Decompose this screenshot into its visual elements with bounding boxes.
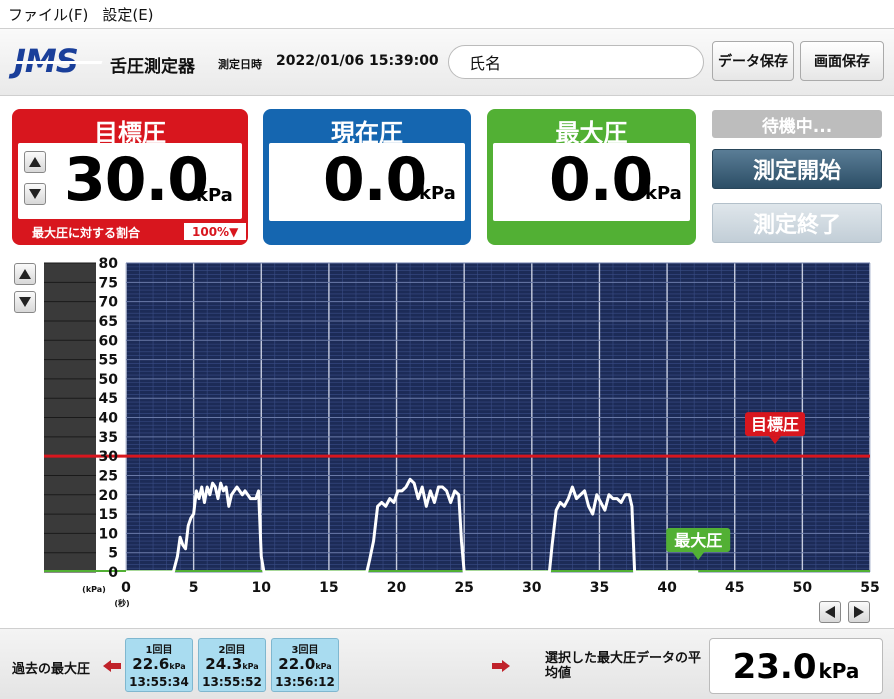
target-down-button[interactable] bbox=[24, 183, 46, 205]
y-axis-unit-label: (kPa) bbox=[82, 585, 106, 594]
history-value: 22.6 bbox=[132, 655, 170, 673]
status-indicator: 待機中... bbox=[712, 110, 882, 138]
target-pressure-panel: 目標圧 30.0 kPa 最大圧に対する割合 100%▼ bbox=[12, 109, 248, 245]
current-pressure-value: 0.0 bbox=[323, 145, 427, 215]
target-line-label: 目標圧 bbox=[751, 415, 799, 434]
logo-stripe bbox=[15, 61, 103, 64]
history-time: 13:55:34 bbox=[129, 675, 189, 689]
history-time: 13:56:12 bbox=[275, 675, 335, 689]
triangle-up-icon bbox=[29, 157, 41, 167]
history-value-row: 22.6kPa bbox=[126, 656, 192, 675]
max-pressure-unit: kPa bbox=[645, 183, 682, 204]
history-value: 24.3 bbox=[205, 655, 243, 673]
y-tick-label: 25 bbox=[99, 468, 118, 484]
x-tick-label: 35 bbox=[590, 580, 609, 596]
selected-average-label: 選択した最大圧データの平均値 bbox=[545, 651, 702, 681]
max-pressure-panel: 最大圧 0.0 kPa bbox=[487, 109, 696, 245]
y-tick-label: 70 bbox=[99, 295, 119, 311]
red-arrow-left-icon bbox=[103, 660, 121, 672]
scroll-right-button[interactable] bbox=[848, 601, 870, 623]
start-measurement-button[interactable]: 測定開始 bbox=[712, 149, 882, 189]
footer-bar: 過去の最大圧 1回目 22.6kPa 13:55:34 2回目 24.3kPa … bbox=[0, 628, 894, 699]
datetime-label: 測定日時 bbox=[218, 58, 262, 71]
app-title: 舌圧測定器 bbox=[110, 57, 195, 77]
ratio-select[interactable]: 100%▼ bbox=[184, 223, 246, 240]
average-unit: kPa bbox=[818, 659, 860, 683]
triangle-right-icon bbox=[854, 606, 864, 618]
menu-file[interactable]: ファイル(F) bbox=[8, 4, 88, 25]
x-tick-label: 45 bbox=[725, 580, 744, 596]
max-pressure-display: 0.0 kPa bbox=[493, 143, 690, 221]
history-unit: kPa bbox=[242, 662, 259, 671]
y-tick-label: 30 bbox=[99, 449, 119, 465]
ratio-label: 最大圧に対する割合 bbox=[32, 226, 141, 240]
average-display: 23.0 kPa bbox=[709, 638, 883, 694]
menu-settings[interactable]: 設定(E) bbox=[102, 4, 153, 25]
history-value-row: 22.0kPa bbox=[272, 656, 338, 675]
triangle-left-icon bbox=[825, 606, 835, 618]
target-pressure-unit: kPa bbox=[196, 185, 233, 206]
triangle-down-icon bbox=[29, 189, 41, 199]
x-tick-label: 30 bbox=[522, 580, 542, 596]
max-marker-label: 最大圧 bbox=[674, 531, 722, 550]
history-unit: kPa bbox=[315, 662, 332, 671]
past-max-label: 過去の最大圧 bbox=[12, 662, 91, 677]
datetime-value: 2022/01/06 15:39:00 bbox=[276, 53, 439, 69]
y-tick-label: 40 bbox=[99, 411, 119, 427]
current-pressure-display: 0.0 kPa bbox=[269, 143, 465, 221]
history-card-1[interactable]: 1回目 22.6kPa 13:55:34 bbox=[125, 638, 193, 692]
y-tick-label: 65 bbox=[99, 314, 118, 330]
history-label: 2回目 bbox=[218, 645, 246, 656]
y-tick-label: 80 bbox=[99, 256, 119, 272]
history-value-row: 24.3kPa bbox=[199, 656, 265, 675]
average-value: 23.0 bbox=[732, 647, 817, 687]
y-tick-label: 60 bbox=[99, 333, 119, 349]
history-label: 1回目 bbox=[145, 645, 173, 656]
y-tick-label: 10 bbox=[99, 526, 119, 542]
target-up-button[interactable] bbox=[24, 151, 46, 173]
x-tick-label: 5 bbox=[189, 580, 199, 596]
x-axis-unit-label: (秒) bbox=[114, 598, 129, 608]
history-time: 13:55:52 bbox=[202, 675, 262, 689]
history-unit: kPa bbox=[169, 662, 186, 671]
menu-bar: ファイル(F) 設定(E) bbox=[0, 0, 894, 28]
scroll-left-button[interactable] bbox=[819, 601, 841, 623]
y-tick-label: 15 bbox=[99, 507, 118, 523]
y-tick-label: 35 bbox=[99, 430, 118, 446]
name-field[interactable]: 氏名 bbox=[448, 45, 704, 79]
target-pressure-value: 30.0 bbox=[64, 145, 209, 215]
red-arrow-right-icon bbox=[492, 660, 510, 672]
y-tick-label: 0 bbox=[108, 565, 118, 581]
history-card-3[interactable]: 3回目 22.0kPa 13:56:12 bbox=[271, 638, 339, 692]
current-pressure-unit: kPa bbox=[419, 183, 456, 204]
y-tick-label: 55 bbox=[99, 353, 118, 369]
history-value: 22.0 bbox=[278, 655, 316, 673]
history-label: 3回目 bbox=[291, 645, 319, 656]
y-tick-label: 20 bbox=[99, 488, 119, 504]
x-tick-label: 40 bbox=[657, 580, 677, 596]
max-pressure-value: 0.0 bbox=[549, 145, 653, 215]
x-tick-label: 25 bbox=[454, 580, 473, 596]
x-tick-label: 55 bbox=[860, 580, 879, 596]
x-tick-label: 50 bbox=[793, 580, 813, 596]
header-bar: JMS 舌圧測定器 測定日時 2022/01/06 15:39:00 氏名 デー… bbox=[0, 28, 894, 96]
current-pressure-panel: 現在圧 0.0 kPa bbox=[263, 109, 471, 245]
x-tick-label: 15 bbox=[319, 580, 338, 596]
stop-measurement-button[interactable]: 測定終了 bbox=[712, 203, 882, 243]
y-tick-label: 5 bbox=[108, 546, 118, 562]
y-tick-label: 45 bbox=[99, 391, 118, 407]
y-tick-label: 75 bbox=[99, 275, 118, 291]
save-screen-button[interactable]: 画面保存 bbox=[800, 41, 884, 81]
x-tick-label: 20 bbox=[387, 580, 407, 596]
history-card-2[interactable]: 2回目 24.3kPa 13:55:52 bbox=[198, 638, 266, 692]
x-tick-label: 0 bbox=[121, 580, 131, 596]
y-tick-label: 50 bbox=[99, 372, 119, 388]
save-data-button[interactable]: データ保存 bbox=[712, 41, 794, 81]
pressure-chart: 目標圧最大圧 0 5 10 15 20 25 30 35 40 45 50 55 60 65 70 75 80 0 5… bbox=[44, 256, 880, 608]
x-tick-label: 10 bbox=[252, 580, 272, 596]
target-pressure-display: 30.0 kPa bbox=[18, 143, 242, 219]
